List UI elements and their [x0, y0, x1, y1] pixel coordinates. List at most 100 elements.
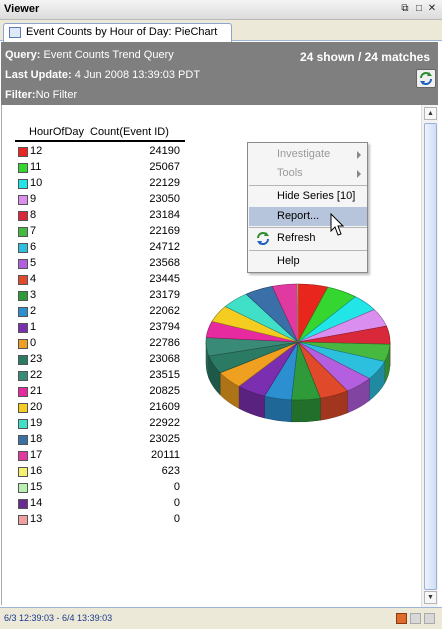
series-color-swatch — [18, 179, 28, 189]
series-color-swatch — [18, 339, 28, 349]
menu-separator — [249, 185, 367, 186]
status-disabled-icon — [424, 613, 435, 624]
table-row[interactable]: 19 22922 — [15, 416, 185, 432]
refresh-button[interactable] — [416, 69, 436, 88]
series-color-swatch — [18, 259, 28, 269]
series-color-swatch — [18, 435, 28, 445]
menu-item-tools-label: Tools — [277, 167, 303, 179]
hour-cell: 2 — [30, 305, 37, 317]
restore-icon[interactable]: ⧉ — [400, 4, 410, 14]
count-cell: 23068 — [149, 353, 180, 365]
pie-side-hour-3[interactable] — [291, 397, 321, 423]
table-row[interactable]: 10 22129 — [15, 176, 185, 192]
table-row[interactable]: 6 24712 — [15, 240, 185, 256]
table-row[interactable]: 13 0 — [15, 512, 185, 528]
chart-tab-icon — [9, 27, 21, 38]
table-row[interactable]: 20 21609 — [15, 400, 185, 416]
menu-item-help[interactable]: Help — [249, 252, 367, 271]
table-row[interactable]: 4 23445 — [15, 272, 185, 288]
table-row[interactable]: 21 20825 — [15, 384, 185, 400]
table-header: HourOfDay Count(Event ID) — [15, 124, 185, 142]
table-row[interactable]: 16 623 — [15, 464, 185, 480]
col-count-header[interactable]: Count(Event ID) — [90, 126, 169, 138]
tab-strip: Event Counts by Hour of Day: PieChart — [0, 20, 442, 42]
count-cell: 21609 — [149, 401, 180, 413]
hour-cell: 14 — [30, 497, 43, 509]
last-update-value: 4 Jun 2008 13:39:03 PDT — [74, 69, 201, 81]
count-cell: 23794 — [149, 321, 180, 333]
table-row[interactable]: 17 20111 — [15, 448, 185, 464]
count-cell: 0 — [173, 497, 180, 509]
table-row[interactable]: 23 23068 — [15, 352, 185, 368]
col-hour-header[interactable]: HourOfDay — [29, 126, 84, 138]
tab-label: Event Counts by Hour of Day: PieChart — [26, 26, 218, 38]
table-row[interactable]: 7 22169 — [15, 224, 185, 240]
pie-chart — [205, 283, 391, 423]
scroll-up-button[interactable]: ▲ — [424, 107, 437, 120]
time-range-text: 6/3 12:39:03 - 6/4 13:39:03 — [4, 613, 113, 623]
hour-cell: 18 — [30, 433, 43, 445]
menu-item-tools[interactable]: Tools — [249, 164, 367, 183]
hour-cell: 19 — [30, 417, 43, 429]
match-count: 24 shown / 24 matches — [299, 50, 430, 64]
series-color-swatch — [18, 323, 28, 333]
table-row[interactable]: 15 0 — [15, 480, 185, 496]
count-cell: 24190 — [149, 145, 180, 157]
count-cell: 22922 — [149, 417, 180, 429]
menu-item-refresh[interactable]: Refresh — [249, 229, 367, 248]
table-row[interactable]: 18 23025 — [15, 432, 185, 448]
count-cell: 623 — [161, 465, 180, 477]
series-color-swatch — [18, 227, 28, 237]
count-cell: 22169 — [149, 225, 180, 237]
count-cell: 23568 — [149, 257, 180, 269]
menu-item-report[interactable]: Report... — [249, 207, 367, 226]
series-color-swatch — [18, 483, 28, 493]
query-label: Query: — [5, 49, 41, 61]
table-row[interactable]: 22 23515 — [15, 368, 185, 384]
maximize-icon[interactable]: □ — [414, 4, 424, 14]
hour-cell: 13 — [30, 513, 43, 525]
table-row[interactable]: 0 22786 — [15, 336, 185, 352]
table-row[interactable]: 2 22062 — [15, 304, 185, 320]
table-row[interactable]: 12 24190 — [15, 144, 185, 160]
status-action-icon[interactable] — [396, 613, 407, 624]
table-row[interactable]: 11 25067 — [15, 160, 185, 176]
series-color-swatch — [18, 275, 28, 285]
series-color-swatch — [18, 419, 28, 429]
count-cell: 23050 — [149, 193, 180, 205]
series-color-swatch — [18, 515, 28, 525]
menu-item-investigate[interactable]: Investigate — [249, 145, 367, 164]
tab-piechart[interactable]: Event Counts by Hour of Day: PieChart — [3, 23, 232, 42]
query-header: Query: Event Counts Trend Query 24 shown… — [1, 42, 438, 105]
filter-label: Filter: — [5, 89, 36, 101]
close-icon[interactable]: ✕ — [427, 4, 437, 14]
count-cell: 0 — [173, 513, 180, 525]
menu-item-help-label: Help — [277, 255, 300, 267]
status-bar: 6/3 12:39:03 - 6/4 13:39:03 — [0, 607, 442, 629]
vertical-scrollbar[interactable]: ▲ ▼ — [421, 105, 438, 607]
refresh-icon — [257, 232, 269, 245]
count-cell: 24712 — [149, 241, 180, 253]
menu-item-hide-series[interactable]: Hide Series [10] — [249, 187, 367, 206]
scroll-down-button[interactable]: ▼ — [424, 591, 437, 604]
count-cell: 22129 — [149, 177, 180, 189]
table-row[interactable]: 9 23050 — [15, 192, 185, 208]
hour-cell: 4 — [30, 273, 37, 285]
hour-cell: 21 — [30, 385, 43, 397]
hour-cell: 1 — [30, 321, 37, 333]
filter-value: No Filter — [35, 89, 78, 101]
table-row[interactable]: 3 23179 — [15, 288, 185, 304]
table-row[interactable]: 14 0 — [15, 496, 185, 512]
table-row[interactable]: 5 23568 — [15, 256, 185, 272]
hour-cell: 6 — [30, 241, 37, 253]
scroll-thumb[interactable] — [424, 123, 437, 590]
hour-cell: 10 — [30, 177, 43, 189]
table-row[interactable]: 8 23184 — [15, 208, 185, 224]
submenu-arrow-icon — [357, 170, 361, 178]
series-color-swatch — [18, 211, 28, 221]
table-row[interactable]: 1 23794 — [15, 320, 185, 336]
hour-cell: 15 — [30, 481, 43, 493]
hour-cell: 0 — [30, 337, 37, 349]
menu-item-hide-series-label: Hide Series [10] — [277, 190, 356, 202]
last-update-label: Last Update: — [5, 69, 72, 81]
